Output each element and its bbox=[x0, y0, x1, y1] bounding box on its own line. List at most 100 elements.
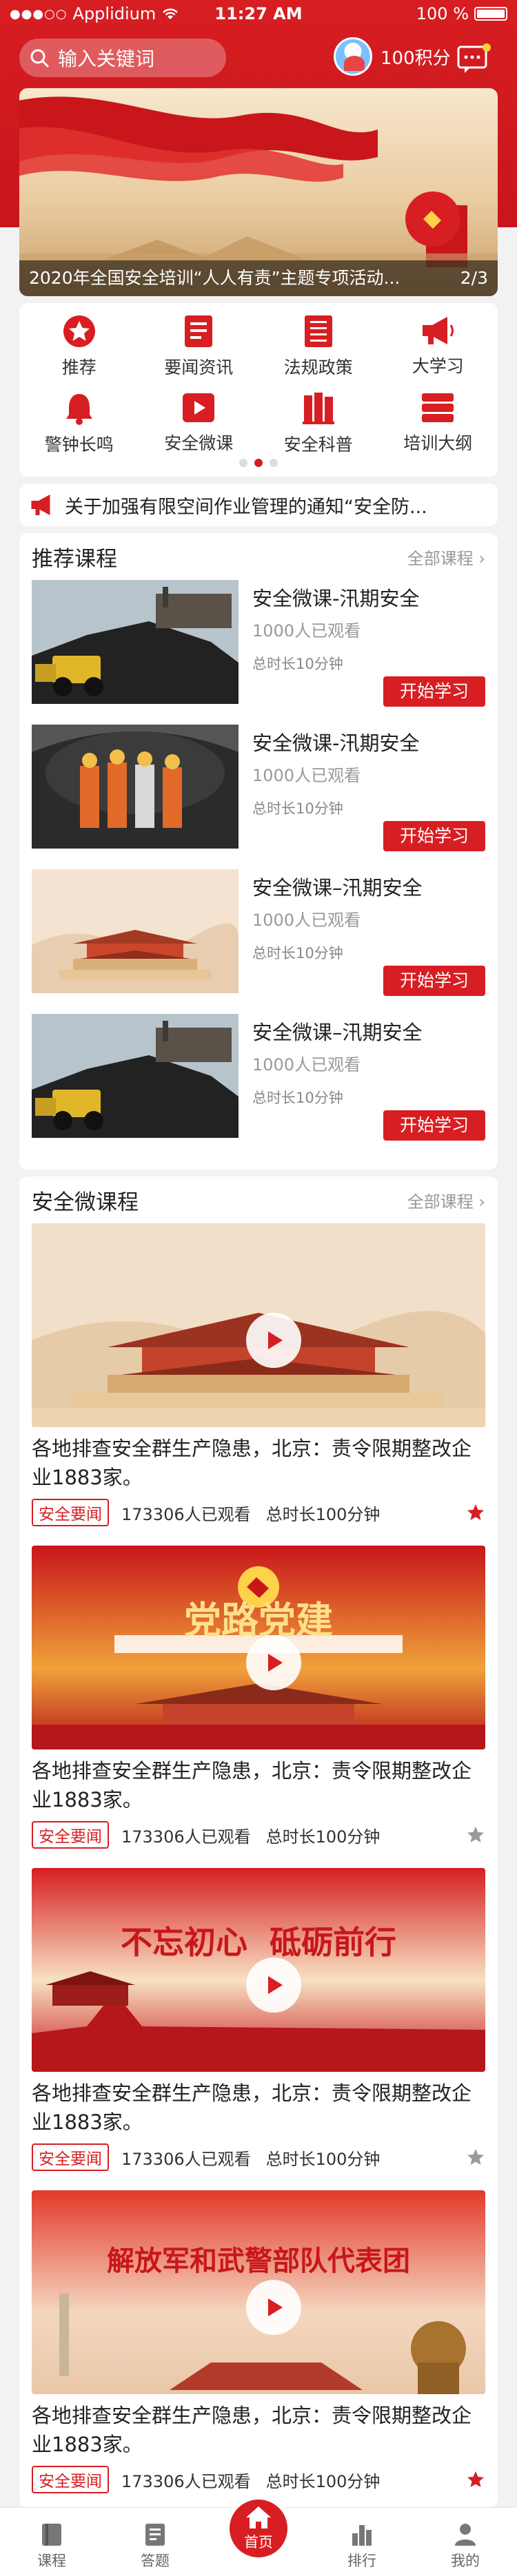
home-button[interactable]: 首页 bbox=[225, 2495, 292, 2562]
all-courses-link[interactable]: 全部课程 › bbox=[407, 545, 485, 569]
law-icon bbox=[301, 314, 336, 349]
star-icon bbox=[61, 314, 97, 349]
search-icon bbox=[30, 49, 49, 67]
start-learning-button[interactable]: 开始学习 bbox=[383, 1110, 485, 1141]
banner-caption: 2020年全国安全培训“人人有责”主题专项活动... bbox=[19, 260, 498, 296]
course-item[interactable]: 安全微课-汛期安全 1000人已观看 总时长10分钟 开始学习 bbox=[32, 725, 485, 851]
menu-label: 要闻资讯 bbox=[164, 357, 234, 377]
message-icon[interactable] bbox=[456, 41, 492, 74]
video-card[interactable]: 各地排查安全群生产隐患，北京：责令限期整改企业1883家。 安全要闻 17330… bbox=[32, 1223, 485, 1537]
start-learning-button[interactable]: 开始学习 bbox=[383, 821, 485, 851]
course-duration: 总时长10分钟 bbox=[252, 945, 343, 962]
notice-text: 关于加强有限空间作业管理的通知“安全防... bbox=[65, 496, 427, 518]
home-icon bbox=[246, 2506, 271, 2528]
menu-item-study[interactable]: 大学习 bbox=[378, 314, 498, 377]
menu-item-recommend[interactable]: 推荐 bbox=[19, 314, 139, 377]
notice-bar[interactable]: 关于加强有限空间作业管理的通知“安全防... bbox=[19, 484, 498, 526]
course-thumbnail bbox=[32, 869, 239, 993]
video-duration: 总时长100分钟 bbox=[265, 2149, 381, 2169]
tab-label: 我的 bbox=[451, 2553, 480, 2569]
thumbnail-art-text: 不忘初心 砥砺前行 bbox=[120, 1924, 397, 1961]
video-meta: 安全要闻 173306人已观看 总时长100分钟 bbox=[32, 2143, 485, 2171]
video-title: 各地排查安全群生产隐患，北京：责令限期整改企业1883家。 bbox=[32, 1759, 472, 1811]
status-bar: ●●●○○ Applidium 11:27 AM 100 % bbox=[0, 0, 517, 28]
video-icon bbox=[181, 391, 216, 424]
micro-course-section: 安全微课程 全部课程 › 各地排查安全群生产隐患，北京：责令限期整改企业1883… bbox=[19, 1176, 498, 2507]
course-duration: 总时长10分钟 bbox=[252, 656, 343, 672]
course-item[interactable]: 安全微课-汛期安全 1000人已观看 总时长10分钟 开始学习 bbox=[32, 580, 485, 707]
menu-label: 培训大纲 bbox=[403, 433, 473, 453]
section-title: 安全微课程 bbox=[32, 1190, 139, 1215]
menu-item-microcourse[interactable]: 安全微课 bbox=[139, 391, 259, 455]
menu-item-alarm[interactable]: 警钟长鸣 bbox=[19, 391, 139, 455]
page-dot-active[interactable] bbox=[254, 459, 263, 467]
category-tag: 安全要闻 bbox=[32, 2143, 109, 2171]
tab-label: 课程 bbox=[37, 2553, 66, 2569]
menu-item-law[interactable]: 法规政策 bbox=[258, 314, 378, 377]
star-icon[interactable] bbox=[466, 2148, 485, 2167]
course-title: 安全微课–汛期安全 bbox=[252, 1021, 423, 1044]
menu-grid: 推荐 要闻资讯 法规政策 大学习 警钟长鸣 安全微课 安全科普 培训大纲 bbox=[19, 314, 498, 455]
course-title: 安全微课-汛期安全 bbox=[252, 731, 420, 755]
search-box[interactable]: 输入关键词 bbox=[19, 39, 226, 77]
menu-label: 警钟长鸣 bbox=[44, 435, 114, 455]
tab-quiz[interactable]: 答题 bbox=[103, 2508, 207, 2576]
tab-label: 排行 bbox=[347, 2553, 376, 2569]
course-title: 安全微课-汛期安全 bbox=[252, 587, 420, 610]
page-dot[interactable] bbox=[270, 459, 278, 467]
video-duration: 总时长100分钟 bbox=[265, 2471, 381, 2491]
start-learning-button[interactable]: 开始学习 bbox=[383, 966, 485, 996]
avatar[interactable] bbox=[334, 37, 372, 76]
star-icon[interactable] bbox=[466, 1503, 485, 1522]
page-dot[interactable] bbox=[239, 459, 247, 467]
user-icon bbox=[455, 2524, 476, 2546]
video-card[interactable]: 党路党建 各地排查安全群生产隐患，北京：责令限期整改企业1883家。 安全要闻 … bbox=[32, 1546, 485, 1860]
video-duration: 总时长100分钟 bbox=[265, 1827, 381, 1847]
tab-mine[interactable]: 我的 bbox=[414, 2508, 517, 2576]
play-icon[interactable] bbox=[246, 1313, 301, 1368]
all-courses-link[interactable]: 全部课程 › bbox=[407, 1188, 485, 1212]
menu-item-news[interactable]: 要闻资讯 bbox=[139, 314, 259, 377]
video-title: 各地排查安全群生产隐患，北京：责令限期整改企业1883家。 bbox=[32, 2081, 472, 2134]
section-title: 推荐课程 bbox=[32, 546, 117, 572]
bell-icon bbox=[61, 391, 97, 426]
menu-label: 安全微课 bbox=[164, 433, 234, 453]
banner-carousel[interactable]: 2020年全国安全培训“人人有责”主题专项活动... 2/3 bbox=[19, 88, 498, 296]
course-item[interactable]: 安全微课–汛期安全 1000人已观看 总时长10分钟 开始学习 bbox=[32, 1014, 485, 1141]
banner-pager: 2/3 bbox=[460, 268, 488, 288]
video-card[interactable]: 解放军和武警部队代表团 各地排查安全群生产隐患，北京：责令限期整改企业1883家… bbox=[32, 2190, 485, 2504]
start-learning-button[interactable]: 开始学习 bbox=[383, 676, 485, 707]
play-icon[interactable] bbox=[246, 1957, 301, 2013]
video-meta: 安全要闻 173306人已观看 总时长100分钟 bbox=[32, 1821, 485, 1849]
menu-label: 推荐 bbox=[61, 357, 97, 377]
course-views: 1000人已观看 bbox=[252, 911, 361, 930]
recommended-section: 推荐课程 全部课程 › 安全微课-汛期安全 1000人已观看 总时长10分钟 开… bbox=[19, 533, 498, 1170]
tab-courses[interactable]: 课程 bbox=[0, 2508, 103, 2576]
play-icon[interactable] bbox=[246, 2280, 301, 2335]
category-tag: 安全要闻 bbox=[32, 2466, 109, 2493]
tab-home[interactable]: 首页 bbox=[207, 2495, 310, 2576]
tab-label: 首页 bbox=[244, 2534, 273, 2551]
course-title: 安全微课–汛期安全 bbox=[252, 876, 423, 900]
news-icon bbox=[181, 314, 216, 349]
course-thumbnail bbox=[32, 580, 239, 704]
battery-label: 100 % bbox=[416, 4, 469, 23]
user-points[interactable]: 100积分 bbox=[334, 37, 451, 76]
video-card[interactable]: 不忘初心 砥砺前行 各地排查安全群生产隐患，北京：责令限期整改企业1883家。 … bbox=[32, 1868, 485, 2182]
star-icon[interactable] bbox=[466, 2470, 485, 2489]
video-meta: 安全要闻 173306人已观看 总时长100分钟 bbox=[32, 1499, 485, 1526]
tab-ranking[interactable]: 排行 bbox=[310, 2508, 414, 2576]
star-icon[interactable] bbox=[466, 1825, 485, 1845]
megaphone-icon bbox=[420, 314, 456, 347]
video-title: 各地排查安全群生产隐患，北京：责令限期整改企业1883家。 bbox=[32, 1437, 472, 1489]
thumbnail-art-text: 解放军和武警部队代表团 bbox=[107, 2245, 410, 2277]
play-icon[interactable] bbox=[246, 1635, 301, 1690]
course-item[interactable]: 安全微课–汛期安全 1000人已观看 总时长10分钟 开始学习 bbox=[32, 869, 485, 996]
rank-icon bbox=[352, 2525, 372, 2546]
menu-label: 安全科普 bbox=[283, 435, 353, 455]
video-title: 各地排查安全群生产隐患，北京：责令限期整改企业1883家。 bbox=[32, 2404, 472, 2456]
course-thumbnail bbox=[32, 1014, 239, 1138]
course-thumbnail bbox=[32, 725, 239, 849]
menu-item-science[interactable]: 安全科普 bbox=[258, 391, 378, 455]
menu-item-outline[interactable]: 培训大纲 bbox=[378, 391, 498, 455]
